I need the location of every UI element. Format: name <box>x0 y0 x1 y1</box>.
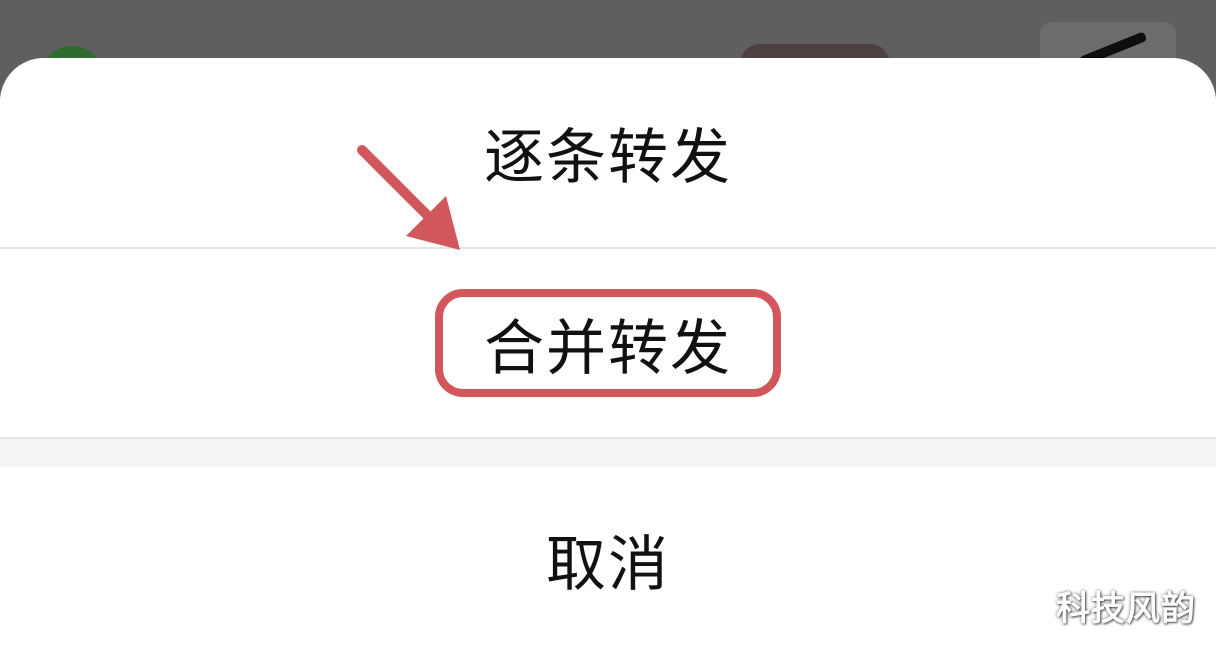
watermark: 科技风韵 <box>1056 589 1196 629</box>
forward-one-by-one-option[interactable]: 逐条转发 <box>0 58 1216 247</box>
combine-and-forward-label: 合并转发 <box>484 313 732 384</box>
combine-and-forward-option[interactable]: 合并转发 <box>0 249 1216 437</box>
screen: 逐条转发 合并转发 取消 科技风韵 <box>0 0 1216 652</box>
forward-action-sheet: 逐条转发 合并转发 取消 <box>0 58 1216 652</box>
cancel-button[interactable]: 取消 <box>0 467 1216 652</box>
forward-one-by-one-label: 逐条转发 <box>484 123 732 193</box>
section-gap <box>0 439 1216 467</box>
cancel-label: 取消 <box>546 530 670 600</box>
